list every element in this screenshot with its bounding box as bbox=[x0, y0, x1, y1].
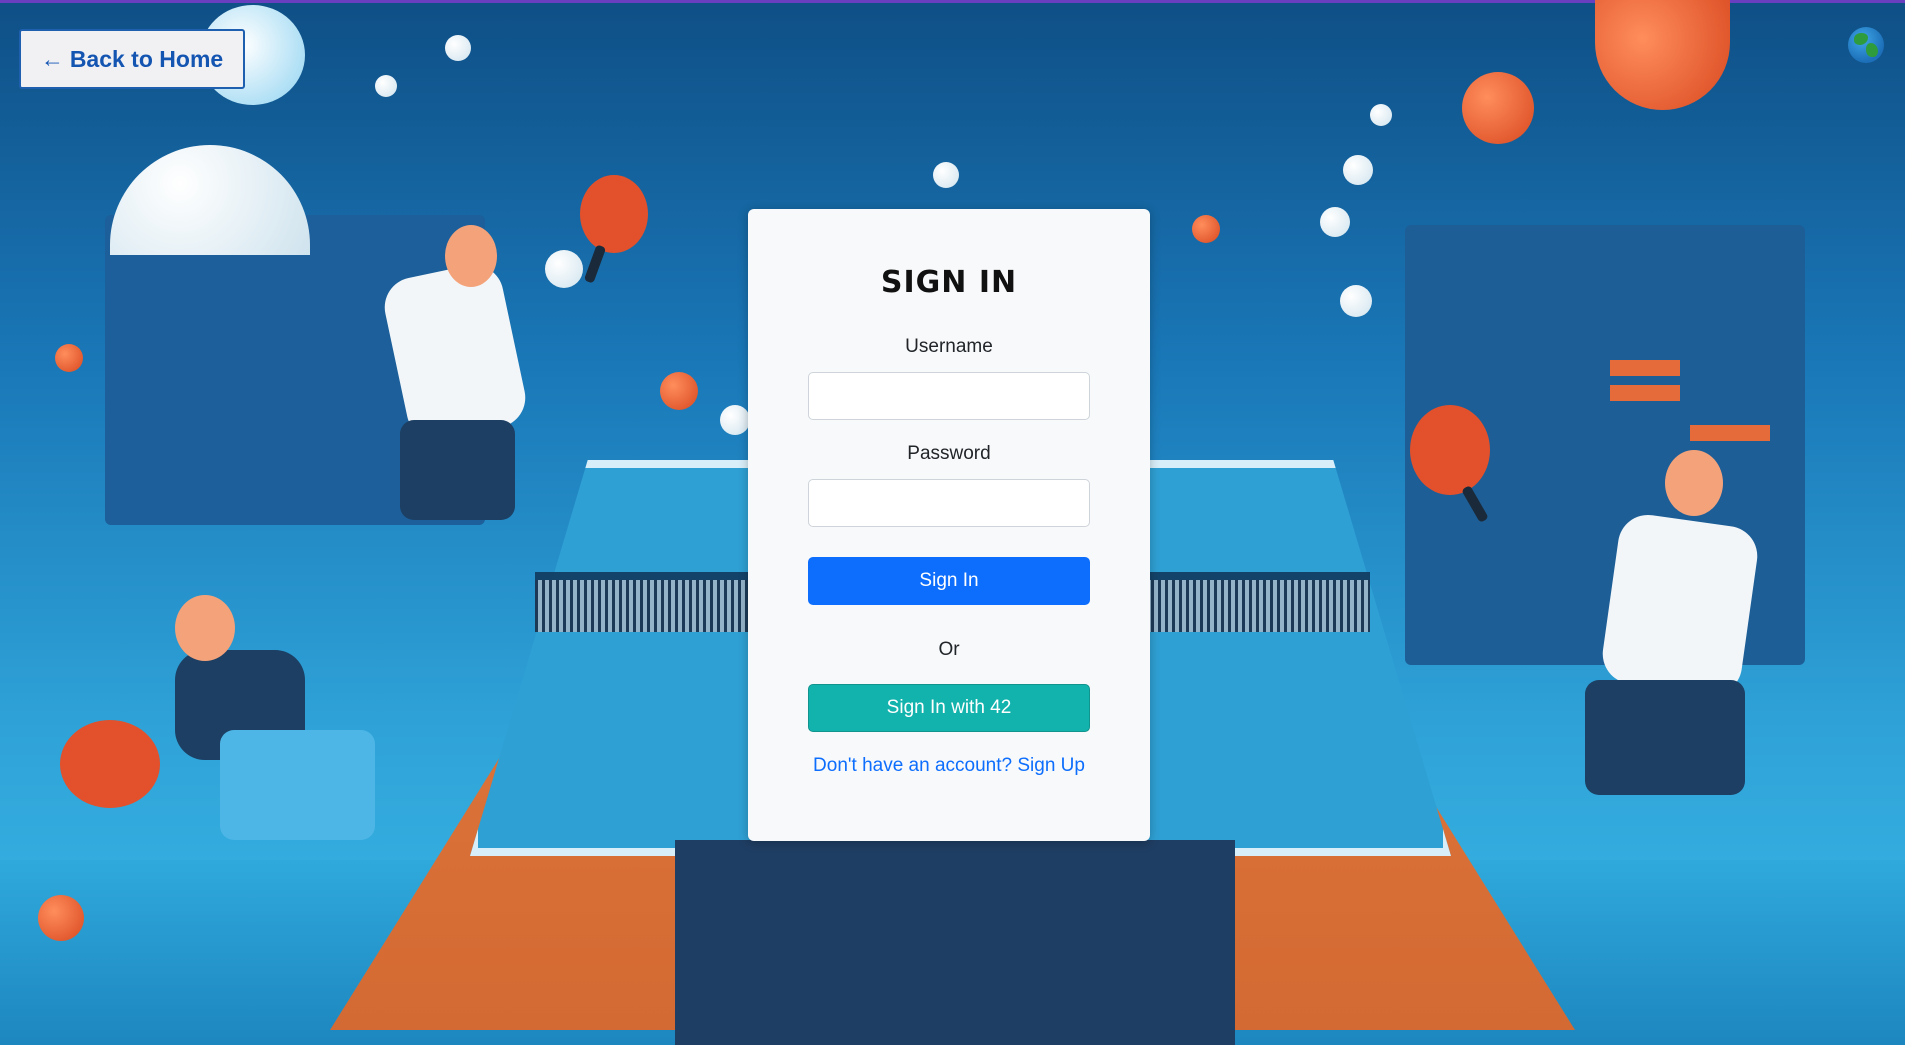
ball-icon bbox=[1595, 0, 1730, 110]
paddle-handle bbox=[583, 244, 607, 284]
dome-decoration bbox=[110, 145, 310, 255]
login-page: ← Back to Home SIGN IN Username Password… bbox=[0, 0, 1905, 1045]
sign-up-link[interactable]: Don't have an account? Sign Up bbox=[748, 755, 1150, 777]
back-to-home-button[interactable]: ← Back to Home bbox=[19, 29, 245, 89]
shelf-stripe bbox=[1610, 360, 1680, 376]
back-to-home-label: Back to Home bbox=[69, 45, 224, 72]
globe-land bbox=[1854, 33, 1868, 45]
password-input[interactable] bbox=[808, 479, 1090, 527]
login-card: SIGN IN Username Password Sign In Or Sig… bbox=[748, 209, 1150, 841]
arrow-left-icon: ← bbox=[40, 45, 64, 72]
ball-icon bbox=[1343, 155, 1373, 185]
ball-icon bbox=[660, 372, 698, 410]
ball-icon bbox=[38, 895, 84, 941]
player-head bbox=[1665, 450, 1723, 516]
paddle-icon bbox=[580, 175, 648, 253]
password-label: Password bbox=[907, 443, 991, 464]
globe-land bbox=[1866, 43, 1878, 57]
ball-icon bbox=[1320, 207, 1350, 237]
username-input[interactable] bbox=[808, 372, 1090, 420]
ball-icon bbox=[720, 405, 750, 435]
paddle-icon bbox=[1410, 405, 1490, 495]
ball-icon bbox=[1192, 215, 1220, 243]
table-base bbox=[675, 840, 1235, 1045]
player-head bbox=[175, 595, 235, 661]
ball-icon bbox=[933, 162, 959, 188]
ball-icon bbox=[1462, 72, 1534, 144]
paddle-icon bbox=[60, 720, 160, 808]
ball-icon bbox=[375, 75, 397, 97]
player-shorts bbox=[220, 730, 375, 840]
sign-in-42-button[interactable]: Sign In with 42 bbox=[808, 684, 1090, 732]
ball-icon bbox=[445, 35, 471, 61]
ball-icon bbox=[545, 250, 583, 288]
shelf-stripe bbox=[1690, 425, 1770, 441]
ball-icon bbox=[55, 344, 83, 372]
username-label: Username bbox=[905, 336, 993, 357]
sign-in-button[interactable]: Sign In bbox=[808, 557, 1090, 605]
shelf-stripe bbox=[1610, 385, 1680, 401]
page-title: SIGN IN bbox=[880, 265, 1018, 300]
player-shorts bbox=[1585, 680, 1745, 795]
player-head bbox=[445, 225, 497, 287]
player-shorts bbox=[400, 420, 515, 520]
ball-icon bbox=[1370, 104, 1392, 126]
or-divider: Or bbox=[938, 639, 960, 660]
player-shirt bbox=[1598, 511, 1762, 699]
ball-icon bbox=[1340, 285, 1372, 317]
globe-icon[interactable] bbox=[1848, 27, 1884, 63]
